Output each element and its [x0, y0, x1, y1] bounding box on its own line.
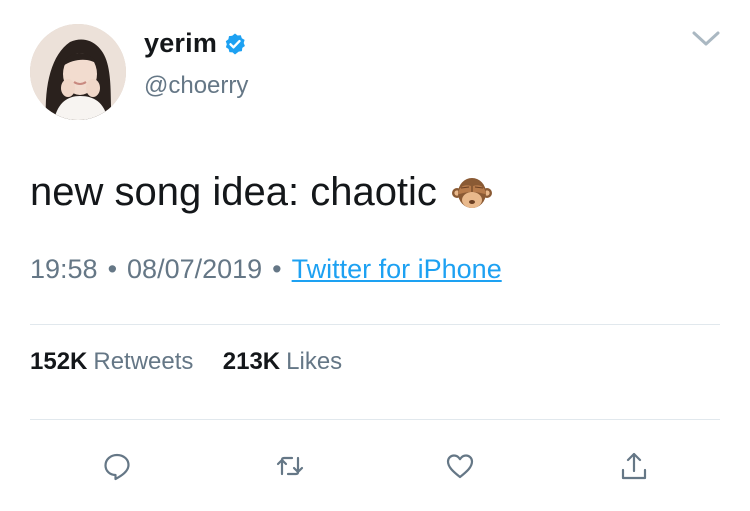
chevron-down-icon[interactable] — [690, 28, 722, 50]
retweet-icon — [276, 456, 304, 476]
retweets-stat[interactable]: 152K Retweets — [30, 348, 200, 375]
divider — [30, 324, 720, 325]
tweet-card: yerim @choerry new song idea: chaotic 19… — [0, 0, 750, 511]
reply-button[interactable] — [97, 446, 137, 486]
reply-icon — [104, 453, 130, 481]
likes-stat[interactable]: 213K Likes — [223, 348, 342, 375]
user-handle[interactable]: @choerry — [144, 72, 248, 100]
meta-separator: • — [107, 254, 118, 284]
divider — [30, 419, 720, 420]
tweet-text: new song idea: chaotic — [30, 170, 493, 215]
like-icon — [446, 454, 474, 479]
action-bar — [0, 446, 750, 486]
avatar[interactable] — [30, 24, 126, 120]
tweet-stats: 152K Retweets 213K Likes — [30, 348, 342, 376]
tweet-source-link[interactable]: Twitter for iPhone — [292, 254, 502, 285]
share-button[interactable] — [614, 446, 654, 486]
likes-count: 213K — [222, 348, 281, 375]
display-name[interactable]: yerim — [144, 28, 217, 59]
tweet-text-body: new song idea: chaotic — [30, 170, 437, 214]
tweet-meta: 19:58 • 08/07/2019 • Twitter for iPhone — [30, 254, 502, 285]
retweets-label: Retweets — [93, 348, 194, 375]
share-icon — [621, 452, 647, 480]
avatar-photo — [30, 24, 126, 120]
tweet-time: 19:58 — [30, 254, 98, 284]
see-no-evil-monkey-emoji-icon — [451, 177, 492, 208]
likes-label: Likes — [286, 348, 343, 375]
retweet-button[interactable] — [270, 446, 310, 486]
user-name-row[interactable]: yerim — [144, 28, 247, 59]
meta-separator: • — [272, 254, 282, 284]
retweets-count: 152K — [30, 348, 88, 375]
tweet-date: 08/07/2019 — [127, 254, 263, 284]
like-button[interactable] — [440, 446, 480, 486]
verified-badge-icon — [225, 33, 245, 54]
